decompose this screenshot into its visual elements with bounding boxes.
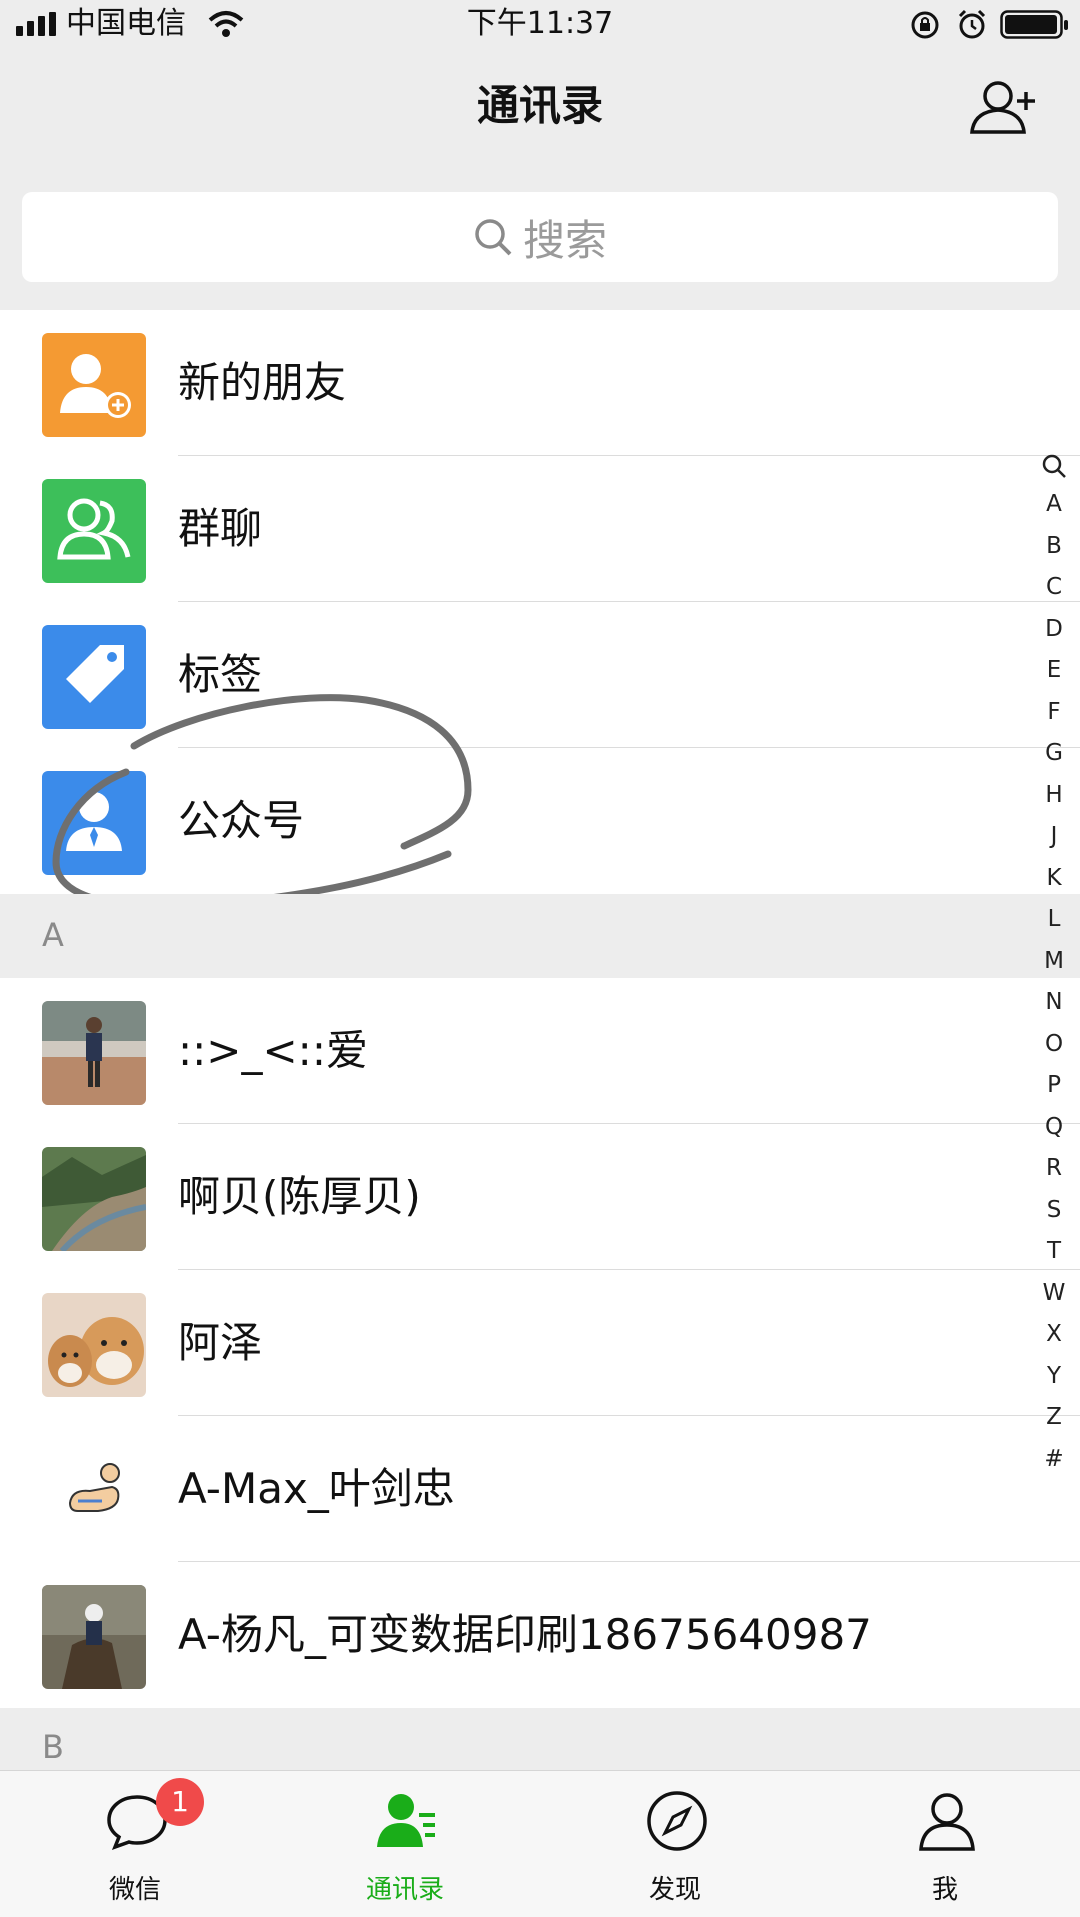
battery-icon — [1000, 10, 1068, 39]
index-letter[interactable]: E — [1034, 650, 1074, 692]
tag-icon — [42, 625, 146, 729]
tab-discover[interactable]: 发现 — [575, 1771, 775, 1917]
item-label: 标签 — [178, 650, 263, 699]
section-header-a: A — [0, 894, 1080, 978]
group-chat-icon — [42, 479, 146, 583]
contact-row[interactable]: ::>_<::爱 — [0, 978, 1080, 1124]
contact-avatar — [42, 1293, 146, 1397]
contact-row[interactable]: A-Max_叶剑忠 — [0, 1416, 1080, 1562]
index-letter[interactable]: W — [1034, 1273, 1074, 1315]
tab-label: 微信 — [108, 1875, 161, 1905]
rotation-lock-icon — [911, 11, 939, 39]
tab-label: 发现 — [648, 1875, 701, 1905]
index-letter[interactable]: Y — [1034, 1356, 1074, 1398]
index-letter[interactable]: X — [1034, 1314, 1074, 1356]
tab-me[interactable]: 我 — [845, 1771, 1045, 1917]
item-label: 新的朋友 — [178, 358, 347, 407]
profile-icon — [919, 1793, 975, 1851]
tags-item[interactable]: 标签 — [0, 602, 1080, 748]
group-chats-item[interactable]: 群聊 — [0, 456, 1080, 602]
item-label: 公众号 — [178, 796, 305, 845]
tab-label: 通讯录 — [365, 1875, 444, 1905]
compass-icon — [647, 1791, 707, 1851]
index-letter[interactable]: R — [1034, 1148, 1074, 1190]
contact-avatar — [42, 1147, 146, 1251]
official-account-icon — [42, 771, 146, 875]
add-contact-icon — [970, 81, 1035, 134]
index-letter[interactable]: Z — [1034, 1397, 1074, 1439]
contact-name: ::>_<::爱 — [178, 1026, 368, 1075]
contacts-icon — [377, 1794, 435, 1847]
search-placeholder: 搜索 — [522, 215, 607, 265]
tab-chats[interactable]: 微信 — [35, 1771, 235, 1917]
contact-name: A-杨凡_可变数据印刷18675640987 — [178, 1610, 872, 1659]
new-friend-icon — [42, 333, 146, 437]
tab-label: 我 — [931, 1875, 958, 1905]
index-letter[interactable]: C — [1034, 567, 1074, 609]
index-letter[interactable]: M — [1034, 941, 1074, 983]
contact-row[interactable]: 阿泽 — [0, 1270, 1080, 1416]
section-header-b: B — [0, 1708, 1080, 1770]
index-letter[interactable]: S — [1034, 1190, 1074, 1232]
index-letter[interactable]: F — [1034, 692, 1074, 734]
contact-name: 啊贝(陈厚贝) — [178, 1172, 421, 1221]
index-letter[interactable]: D — [1034, 609, 1074, 651]
status-bar: 中国电信 下午11:37 — [0, 0, 1080, 48]
unread-badge: 1 — [156, 1778, 204, 1826]
index-letter[interactable]: Q — [1034, 1107, 1074, 1149]
section-letter: A — [42, 916, 64, 954]
section-letter: B — [42, 1728, 64, 1766]
index-letter[interactable]: N — [1034, 982, 1074, 1024]
index-letter[interactable]: P — [1034, 1065, 1074, 1107]
alphabet-index[interactable]: A B C D E F G H J K L M N O P Q R S T W X Y Z # — [1034, 452, 1074, 1480]
contact-name: A-Max_叶剑忠 — [178, 1464, 455, 1513]
contact-list-a: ::>_<::爱 啊贝(陈厚贝) 阿泽 A-Max_叶剑忠 A-杨凡_可变数据印… — [0, 978, 1080, 1708]
contact-avatar — [42, 1439, 146, 1543]
index-letter[interactable]: T — [1034, 1231, 1074, 1273]
function-list: 新的朋友 群聊 标签 公众号 — [0, 310, 1080, 894]
index-letter[interactable]: H — [1034, 775, 1074, 817]
contact-avatar — [42, 1001, 146, 1105]
alarm-icon — [958, 9, 986, 39]
index-letter[interactable]: J — [1034, 816, 1074, 858]
search-bar[interactable]: 搜索 — [22, 192, 1058, 282]
search-icon — [475, 219, 512, 256]
item-label: 群聊 — [178, 504, 263, 553]
contact-avatar — [42, 1585, 146, 1689]
index-letter[interactable]: # — [1034, 1439, 1074, 1481]
contact-name: 阿泽 — [178, 1318, 263, 1367]
index-letter[interactable]: L — [1034, 899, 1074, 941]
page-title: 通讯录 — [476, 81, 603, 130]
index-letter[interactable]: O — [1034, 1024, 1074, 1066]
contact-row[interactable]: 啊贝(陈厚贝) — [0, 1124, 1080, 1270]
index-letter[interactable]: G — [1034, 733, 1074, 775]
search-icon[interactable] — [1040, 452, 1068, 480]
new-friends-item[interactable]: 新的朋友 — [0, 310, 1080, 456]
official-accounts-item[interactable]: 公众号 — [0, 748, 1080, 894]
index-letter[interactable]: A — [1034, 484, 1074, 526]
tab-contacts[interactable]: 通讯录 — [305, 1771, 505, 1917]
index-letter[interactable]: B — [1034, 526, 1074, 568]
add-contact-button[interactable] — [968, 78, 1038, 138]
contact-row[interactable]: A-杨凡_可变数据印刷18675640987 — [0, 1562, 1080, 1708]
index-letter[interactable]: K — [1034, 858, 1074, 900]
